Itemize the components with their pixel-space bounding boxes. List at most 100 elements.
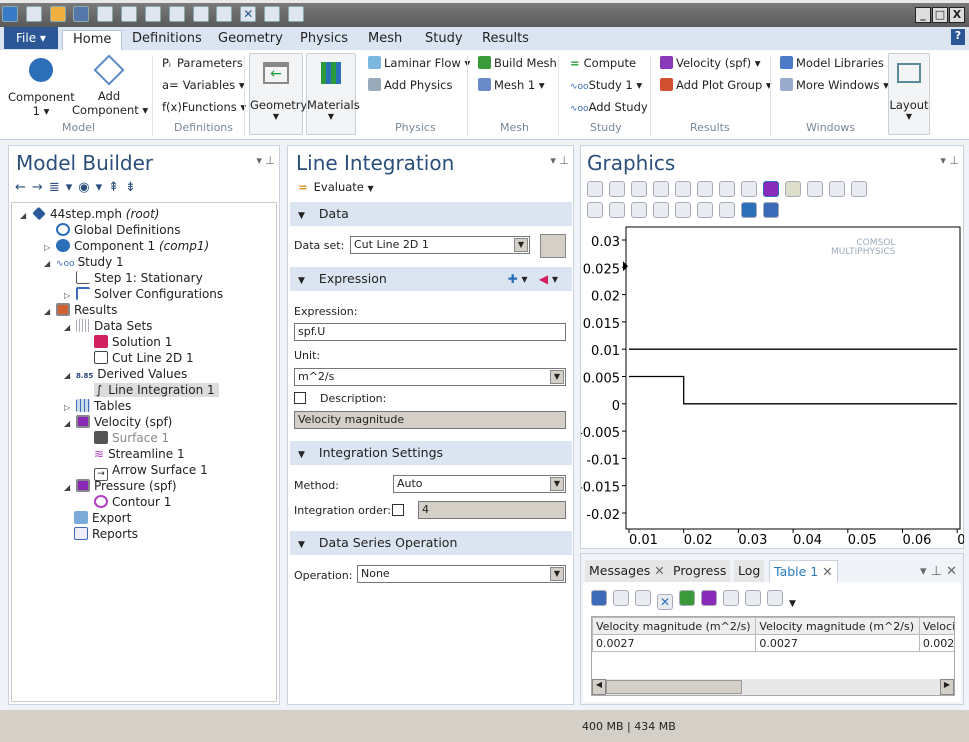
description-checkbox[interactable] [294, 392, 306, 404]
tree-item[interactable]: ▷ Tables [12, 398, 276, 414]
clear-table-icon[interactable] [635, 590, 651, 606]
panel-controls[interactable]: ▾ ⊥ ✕ [920, 564, 957, 579]
reset-icon[interactable] [719, 202, 735, 218]
add-physics-button[interactable]: Add Physics [368, 78, 452, 92]
tree-item[interactable]: ◢ ∿oo Study 1 [12, 254, 276, 270]
add-study-button[interactable]: ∿ooAdd Study [570, 100, 648, 114]
zoom-selected-icon[interactable] [653, 181, 669, 197]
tree-item-selected[interactable]: ∫ Line Integration 1 [12, 382, 276, 398]
file-menu-button[interactable]: File ▾ [4, 27, 58, 49]
new-icon[interactable] [25, 6, 42, 22]
zoom-extents-icon[interactable] [675, 181, 691, 197]
replace-expression-icon[interactable]: ◀ [539, 272, 548, 286]
tab-physics[interactable]: Physics [290, 30, 358, 50]
graphics-plot[interactable]: 0.03 0.025 0.02 0.015 0.01 0.005 0 -0.005 -0.01 -… [581, 221, 964, 549]
hide-selected-icon[interactable] [675, 202, 691, 218]
automatic-notation-icon[interactable] [613, 590, 629, 606]
delete-icon[interactable]: ✕ [240, 6, 257, 22]
model-libraries-button[interactable]: Model Libraries [780, 56, 884, 70]
table-view-icon[interactable] [767, 590, 783, 606]
parameters-button[interactable]: Pᵢ Parameters [162, 56, 243, 70]
tree-item[interactable]: Export [12, 510, 276, 526]
close-tab-icon[interactable]: ✕ [654, 563, 664, 578]
tree-item[interactable]: ≋ Streamline 1 [12, 446, 276, 462]
layout-button[interactable]: Layout ▼ [888, 53, 930, 135]
tab-messages[interactable]: Messages ✕ [585, 560, 669, 582]
select-domains-icon[interactable] [763, 181, 779, 197]
maximize-button[interactable]: □ [932, 7, 948, 23]
tree-item[interactable]: Reports [12, 526, 276, 542]
undo-icon[interactable] [121, 6, 138, 22]
list-icon[interactable]: ≣▾ [49, 180, 78, 195]
evaluate-button[interactable]: = Evaluate ▼ [298, 180, 374, 194]
back-icon[interactable]: ← [15, 180, 32, 195]
duplicate-icon[interactable] [216, 6, 233, 22]
velocity-plot-button[interactable]: Velocity (spf) ▾ [660, 56, 761, 70]
tab-results[interactable]: Results [472, 30, 539, 50]
geometry-button[interactable]: ← Geometry ▼ [249, 53, 307, 135]
expression-input[interactable]: spf.U [294, 323, 566, 341]
minimize-button[interactable]: _ [915, 7, 931, 23]
zoom-box-icon[interactable] [631, 181, 647, 197]
redo-icon[interactable] [144, 6, 161, 22]
tree-item[interactable]: → Arrow Surface 1 [12, 462, 276, 481]
unit-select[interactable]: m^2/s ▼ [294, 368, 566, 386]
order-input[interactable]: 4 [418, 501, 566, 519]
delete-icon[interactable]: ✕ [657, 594, 673, 610]
zoom-out-icon[interactable] [609, 181, 625, 197]
tree-item[interactable]: ▷ Solver Configurations [12, 286, 276, 302]
tree-item[interactable]: Contour 1 [12, 494, 276, 510]
tab-table-1[interactable]: Table 1 ✕ [769, 560, 838, 582]
select-edges-icon[interactable] [807, 181, 823, 197]
build-mesh-button[interactable]: Build Mesh [478, 56, 557, 70]
scrollbar-thumb[interactable] [606, 680, 742, 694]
pin-icon[interactable]: ▾ ⊥ [940, 154, 959, 167]
pin-icon[interactable]: ▾ ⊥ [550, 154, 569, 167]
save-as-icon[interactable] [97, 6, 114, 22]
section-expression[interactable]: ▼ Expression ✚ ▾ ◀ ▾ [290, 267, 572, 291]
tree-item[interactable]: ◢ 44step.mph (root) [12, 206, 276, 222]
tree-item[interactable]: Surface 1 [12, 430, 276, 446]
tree-item[interactable]: ◢ Pressure (spf) [12, 478, 276, 494]
forward-icon[interactable]: → [32, 180, 49, 195]
table-cell[interactable]: 0.0027 [592, 634, 757, 652]
tree-item[interactable]: ◢ Data Sets [12, 318, 276, 334]
tree-item[interactable]: ◢ 8.85 Derived Values [12, 366, 276, 382]
plot-data-set-button[interactable] [540, 234, 566, 258]
tab-study[interactable]: Study [415, 30, 473, 50]
expand-icon[interactable]: ⇟ [125, 180, 142, 195]
tree-item[interactable]: Solution 1 [12, 334, 276, 350]
component-button[interactable]: Component 1 ▾ [8, 56, 75, 118]
transparency-icon[interactable] [741, 181, 757, 197]
pin-icon[interactable]: ▾ ⊥ [256, 154, 275, 167]
close-button[interactable]: X [949, 7, 965, 23]
save-icon[interactable] [73, 6, 90, 22]
column-header[interactable]: Velocity magnil [918, 617, 954, 635]
help-button[interactable]: ? [951, 29, 965, 45]
add-plot-group-button[interactable]: Add Plot Group ▾ [660, 78, 772, 92]
copy-icon[interactable] [168, 6, 185, 22]
select-icon[interactable] [264, 6, 281, 22]
tree-item[interactable]: ▷ Component 1 (comp1) [12, 238, 276, 254]
operation-select[interactable]: None ▼ [357, 565, 566, 583]
table-graph-icon[interactable] [679, 590, 695, 606]
section-integration-settings[interactable]: ▼ Integration Settings [290, 441, 572, 465]
close-tab-icon[interactable]: ✕ [822, 564, 832, 579]
tab-definitions[interactable]: Definitions [122, 30, 212, 50]
tree-item[interactable]: Cut Line 2D 1 [12, 350, 276, 366]
tree-item[interactable]: ◢ Results [12, 302, 276, 318]
tree-item[interactable]: Step 1: Stationary [12, 270, 276, 286]
camera-icon[interactable] [741, 202, 757, 218]
add-expression-icon[interactable]: ✚ [508, 272, 518, 286]
description-input[interactable]: Velocity magnitude [294, 411, 566, 429]
render-icon[interactable] [851, 181, 867, 197]
table-cell[interactable]: 0.0027 [918, 634, 954, 652]
full-precision-icon[interactable] [591, 590, 607, 606]
study-1-button[interactable]: ∿ooStudy 1 ▾ [570, 78, 642, 92]
show-icon[interactable] [653, 202, 669, 218]
tab-progress[interactable]: Progress [669, 560, 731, 582]
column-header[interactable]: Velocity magnitude (m^2/s) [755, 617, 920, 635]
tree-item[interactable]: Global Definitions [12, 222, 276, 238]
select-box-icon[interactable] [587, 202, 603, 218]
print-icon[interactable] [763, 202, 779, 218]
